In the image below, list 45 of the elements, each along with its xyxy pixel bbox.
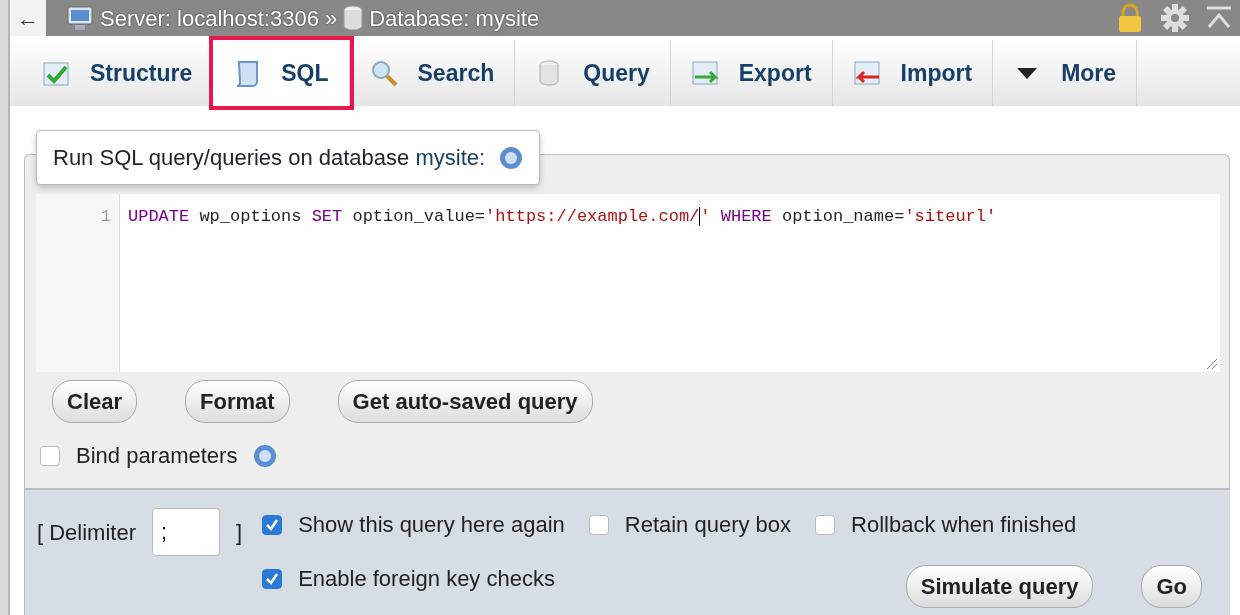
- sql-editor[interactable]: 1 UPDATE wp_options SET option_value='https://example.com/' WHERE option_name='siteurl': [36, 194, 1220, 372]
- line-number: 1: [36, 194, 120, 372]
- checkmark-icon: [265, 571, 280, 586]
- help-icon: [253, 443, 278, 468]
- tab[interactable]: More: [993, 40, 1138, 106]
- tab[interactable]: Query: [515, 40, 671, 106]
- checkbox[interactable]: [588, 514, 609, 535]
- resize-handle-icon: [1206, 358, 1218, 370]
- action-button[interactable]: Format: [185, 380, 290, 423]
- tab[interactable]: Export: [670, 40, 833, 106]
- checkbox-label: Enable foreign key checks: [298, 565, 555, 593]
- action-button[interactable]: Go: [1141, 565, 1202, 608]
- padlock-icon: [1116, 3, 1144, 33]
- action-button[interactable]: Get auto-saved query: [337, 380, 593, 423]
- breadcrumb-separator: »: [324, 4, 338, 33]
- delimiter-label: [ Delimiter: [37, 518, 136, 547]
- checkbox-label: Show this query here again: [298, 511, 565, 539]
- tab[interactable]: Search: [349, 40, 516, 106]
- action-button[interactable]: Clear: [52, 380, 138, 423]
- breadcrumb-server[interactable]: Server: localhost:3306: [100, 1, 319, 35]
- checkbox-label: Rollback when finished: [851, 511, 1077, 539]
- export-icon: [690, 59, 719, 87]
- panel-title: Run SQL query/queries on database mysite:: [53, 144, 486, 172]
- checkmark-icon: [265, 517, 280, 532]
- breadcrumb-database[interactable]: Database: mysite: [369, 1, 540, 35]
- code-line: UPDATE wp_options SET option_value='https://example.com/' WHERE option_name='siteurl': [127, 206, 998, 228]
- delimiter-field[interactable]: ;: [152, 508, 220, 556]
- action-button[interactable]: Simulate query: [905, 565, 1094, 608]
- checkbox[interactable]: [40, 445, 60, 466]
- database-icon: [343, 5, 364, 31]
- database-link[interactable]: mysite:: [415, 145, 486, 170]
- checkbox[interactable]: [262, 568, 283, 589]
- import-icon: [852, 59, 881, 87]
- back-button[interactable]: ←: [10, 0, 46, 36]
- checkbox[interactable]: [815, 514, 836, 535]
- delimiter-bracket: ]: [236, 518, 243, 547]
- settings-icon: [1160, 3, 1190, 33]
- checkbox[interactable]: [262, 514, 283, 535]
- checkbox-label: Retain query box: [624, 511, 792, 539]
- tab[interactable]: Import: [832, 40, 994, 106]
- help-icon: [499, 145, 524, 170]
- collapse-icon: [1206, 5, 1232, 31]
- checkbox-label: Bind parameters: [76, 442, 238, 470]
- server-icon: [66, 5, 94, 31]
- search-icon: [369, 59, 398, 87]
